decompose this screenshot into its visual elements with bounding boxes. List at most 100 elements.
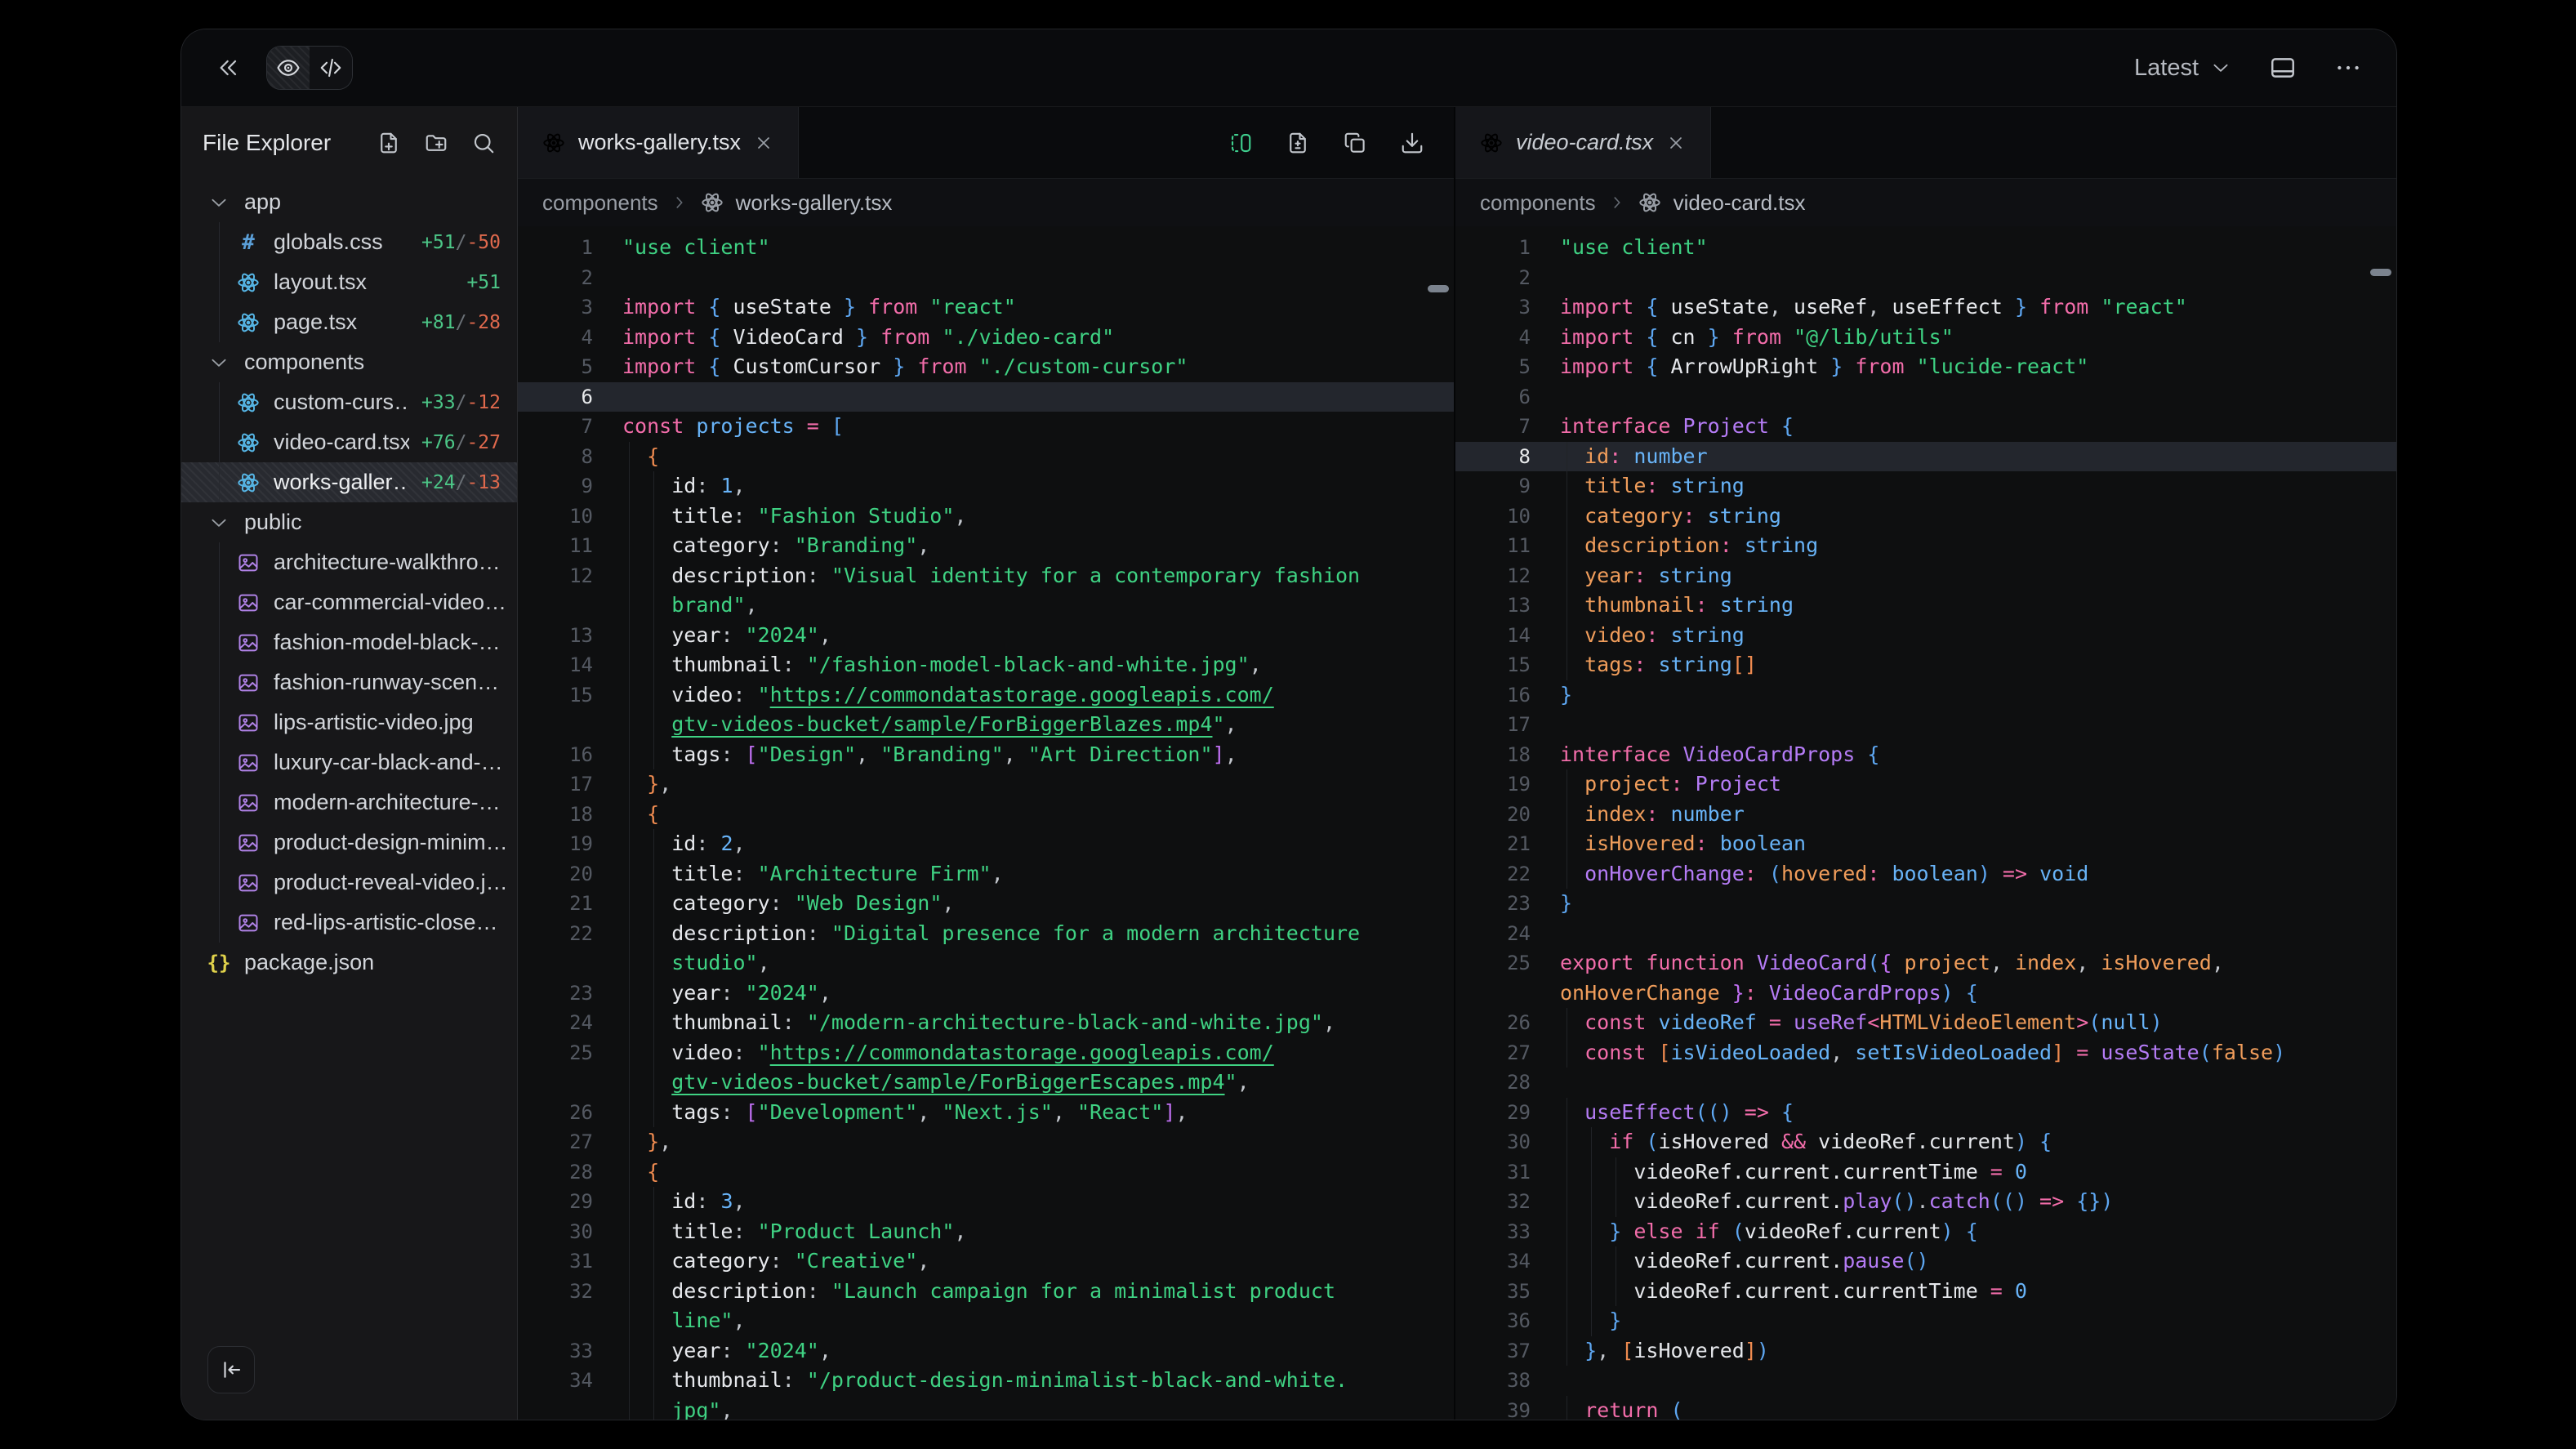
code-line[interactable]: 32 videoRef.current.play().catch(() => {… — [1455, 1187, 2396, 1217]
tree-file-custom-curs-[interactable]: custom-curs…+33/-12 — [181, 382, 517, 422]
tree-file-page.tsx[interactable]: page.tsx+81/-28 — [181, 302, 517, 342]
code-line[interactable]: 29 id: 3, — [518, 1187, 1454, 1217]
code-line[interactable]: 3import { useState } from "react" — [518, 292, 1454, 323]
tree-file-package.json[interactable]: {}package.json — [181, 943, 517, 983]
code-line[interactable]: 30 if (isHovered && videoRef.current) { — [1455, 1127, 2396, 1157]
preview-toggle-button[interactable] — [267, 47, 310, 89]
code-line[interactable]: 33 } else if (videoRef.current) { — [1455, 1217, 2396, 1247]
code-line[interactable]: 32 description: "Launch campaign for a m… — [518, 1277, 1454, 1307]
code-line[interactable]: 31 category: "Creative", — [518, 1246, 1454, 1277]
close-tab-icon[interactable] — [1666, 133, 1686, 153]
code-line[interactable]: 18interface VideoCardProps { — [1455, 740, 2396, 770]
code-line[interactable]: 29 useEffect(() => { — [1455, 1098, 2396, 1128]
code-line[interactable]: 8 { — [518, 442, 1454, 472]
code-line[interactable]: 4import { cn } from "@/lib/utils" — [1455, 323, 2396, 353]
breadcrumb-root[interactable]: components — [542, 190, 658, 216]
code-line[interactable]: brand", — [518, 591, 1454, 621]
tree-file-fashion-model-black-[interactable]: fashion-model-black-… — [181, 622, 517, 662]
code-line[interactable]: 31 videoRef.current.currentTime = 0 — [1455, 1157, 2396, 1188]
tree-file-product-design-minim-[interactable]: product-design-minim… — [181, 823, 517, 863]
code-line[interactable]: 23 year: "2024", — [518, 979, 1454, 1009]
code-line[interactable]: 10 category: string — [1455, 502, 2396, 532]
code-line[interactable]: 6 — [1455, 382, 2396, 412]
copy-button[interactable] — [1343, 131, 1367, 155]
code-line[interactable]: 26 const videoRef = useRef<HTMLVideoElem… — [1455, 1008, 2396, 1038]
code-line[interactable]: 38 — [1455, 1366, 2396, 1396]
code-line[interactable]: 22 description: "Digital presence for a … — [518, 919, 1454, 949]
code-line[interactable]: 7interface Project { — [1455, 412, 2396, 442]
code-line[interactable]: 2 — [518, 263, 1454, 293]
collapse-sidebar-button[interactable] — [216, 55, 242, 81]
breadcrumb-file[interactable]: video-card.tsx — [1674, 190, 1806, 216]
breadcrumb-root[interactable]: components — [1480, 190, 1596, 216]
code-line[interactable]: 3import { useState, useRef, useEffect } … — [1455, 292, 2396, 323]
code-line[interactable]: 4import { VideoCard } from "./video-card… — [518, 323, 1454, 353]
tree-folder-public[interactable]: public — [181, 502, 517, 542]
code-line[interactable]: 5import { ArrowUpRight } from "lucide-re… — [1455, 352, 2396, 382]
code-line[interactable]: 2 — [1455, 263, 2396, 293]
code-line[interactable]: 37 }, [isHovered]) — [1455, 1336, 2396, 1367]
tree-file-architecture-walkthro-[interactable]: architecture-walkthro… — [181, 542, 517, 582]
tree-file-product-reveal-video.j-[interactable]: product-reveal-video.j… — [181, 863, 517, 903]
code-line[interactable]: 22 onHoverChange: (hovered: boolean) => … — [1455, 859, 2396, 889]
tree-file-globals.css[interactable]: #globals.css+51/-50 — [181, 222, 517, 262]
version-dropdown[interactable]: Latest — [2134, 55, 2231, 82]
tree-file-car-commercial-video-[interactable]: car-commercial-video… — [181, 582, 517, 622]
code-toggle-button[interactable] — [310, 47, 352, 89]
code-line[interactable]: 11 category: "Branding", — [518, 531, 1454, 561]
search-button[interactable] — [471, 131, 496, 155]
code-line[interactable]: 19 id: 2, — [518, 829, 1454, 859]
code-line[interactable]: 17 — [1455, 710, 2396, 740]
code-line[interactable]: 9 id: 1, — [518, 471, 1454, 502]
code-line[interactable]: line", — [518, 1306, 1454, 1336]
tree-file-modern-architecture-[interactable]: modern-architecture-… — [181, 782, 517, 823]
code-line[interactable]: 12 year: string — [1455, 561, 2396, 591]
code-line[interactable]: 12 description: "Visual identity for a c… — [518, 561, 1454, 591]
code-line[interactable]: 15 tags: string[] — [1455, 650, 2396, 680]
tree-file-works-galler-[interactable]: works-galler…+24/-13 — [181, 462, 517, 502]
code-line[interactable]: onHoverChange }: VideoCardProps) { — [1455, 979, 2396, 1009]
code-line[interactable]: 18 { — [518, 800, 1454, 830]
new-file-button[interactable] — [377, 131, 401, 155]
code-line[interactable]: gtv-videos-bucket/sample/ForBiggerEscape… — [518, 1068, 1454, 1098]
code-line[interactable]: 25 video: "https://commondatastorage.goo… — [518, 1038, 1454, 1068]
collapse-panel-button[interactable] — [207, 1346, 255, 1393]
tree-file-layout.tsx[interactable]: layout.tsx+51 — [181, 262, 517, 302]
code-line[interactable]: 13 thumbnail: string — [1455, 591, 2396, 621]
code-line[interactable]: 21 category: "Web Design", — [518, 889, 1454, 919]
code-line[interactable]: 34 videoRef.current.pause() — [1455, 1246, 2396, 1277]
code-line[interactable]: 16} — [1455, 680, 2396, 711]
code-line[interactable]: 6 — [518, 382, 1454, 412]
code-line[interactable]: 10 title: "Fashion Studio", — [518, 502, 1454, 532]
code-line[interactable]: 8 id: number — [1455, 442, 2396, 472]
code-line[interactable]: 23} — [1455, 889, 2396, 919]
code-line[interactable]: 34 thumbnail: "/product-design-minimalis… — [518, 1366, 1454, 1396]
code-line[interactable]: gtv-videos-bucket/sample/ForBiggerBlazes… — [518, 710, 1454, 740]
code-line[interactable]: 20 index: number — [1455, 800, 2396, 830]
code-line[interactable]: 28 { — [518, 1157, 1454, 1188]
code-line[interactable]: 7const projects = [ — [518, 412, 1454, 442]
code-line[interactable]: 26 tags: ["Development", "Next.js", "Rea… — [518, 1098, 1454, 1128]
close-tab-icon[interactable] — [754, 133, 773, 153]
tree-file-red-lips-artistic-close-[interactable]: red-lips-artistic-close… — [181, 903, 517, 943]
breadcrumb-file[interactable]: works-gallery.tsx — [736, 190, 893, 216]
code-line[interactable]: 35 videoRef.current.currentTime = 0 — [1455, 1277, 2396, 1307]
code-line[interactable]: 36 } — [1455, 1306, 2396, 1336]
file-diff-button[interactable] — [1286, 131, 1310, 155]
code-area-left[interactable]: 1"use client"23import { useState } from … — [518, 226, 1454, 1420]
code-line[interactable]: studio", — [518, 948, 1454, 979]
tab-works-gallery[interactable]: works-gallery.tsx — [518, 107, 799, 178]
code-line[interactable]: 9 title: string — [1455, 471, 2396, 502]
code-line[interactable]: jpg", — [518, 1396, 1454, 1420]
code-line[interactable]: 19 project: Project — [1455, 769, 2396, 800]
code-line[interactable]: 27 const [isVideoLoaded, setIsVideoLoade… — [1455, 1038, 2396, 1068]
code-line[interactable]: 14 video: string — [1455, 621, 2396, 651]
more-options-button[interactable] — [2334, 54, 2362, 82]
code-line[interactable]: 24 — [1455, 919, 2396, 949]
code-line[interactable]: 17 }, — [518, 769, 1454, 800]
new-folder-button[interactable] — [424, 131, 448, 155]
panel-layout-button[interactable] — [2269, 54, 2297, 82]
code-line[interactable]: 33 year: "2024", — [518, 1336, 1454, 1367]
tree-file-fashion-runway-scen-[interactable]: fashion-runway-scen… — [181, 662, 517, 702]
code-area-right[interactable]: 1"use client"23import { useState, useRef… — [1455, 226, 2396, 1420]
